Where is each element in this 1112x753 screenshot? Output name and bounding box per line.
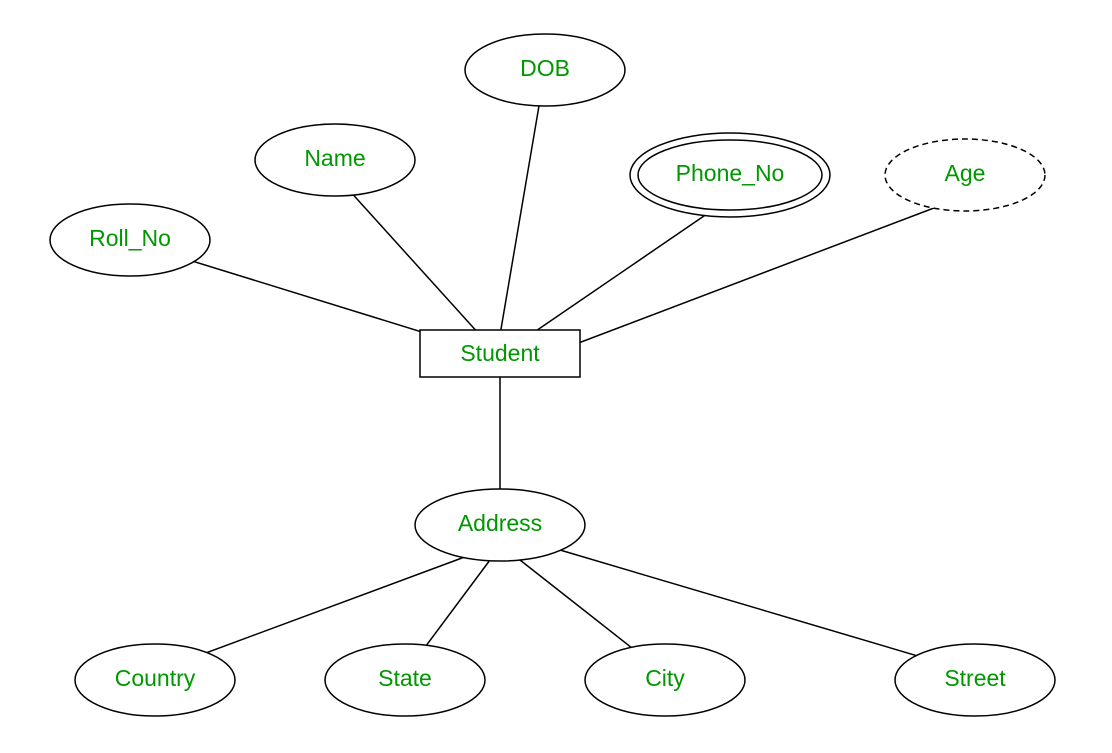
attr-street-label: Street [944,665,1006,691]
er-diagram: Student Roll_No Name DOB Phone_No Age Ad… [0,0,1112,753]
attr-age-label: Age [945,160,986,186]
edge-student-age [560,200,955,350]
attr-age: Age [885,139,1045,211]
edge-student-phone [530,205,720,335]
attr-city-label: City [645,665,685,691]
attr-roll-no-label: Roll_No [89,225,171,251]
attr-name-label: Name [304,145,365,171]
edge-student-name [338,178,480,335]
attr-phone-no-label: Phone_No [676,160,785,186]
attr-address-label: Address [458,510,542,536]
entity-student: Student [420,330,580,377]
attr-name: Name [255,124,415,196]
attr-state-label: State [378,665,432,691]
attr-address: Address [415,489,585,561]
edge-student-dob [500,100,540,335]
entity-student-label: Student [460,340,540,366]
attr-country-label: Country [115,665,196,691]
attr-dob: DOB [465,34,625,106]
attr-street: Street [895,644,1055,716]
attr-state: State [325,644,485,716]
attr-phone-no: Phone_No [630,133,830,217]
attr-city: City [585,644,745,716]
attr-dob-label: DOB [520,55,570,81]
attr-roll-no: Roll_No [50,204,210,276]
attr-country: Country [75,644,235,716]
